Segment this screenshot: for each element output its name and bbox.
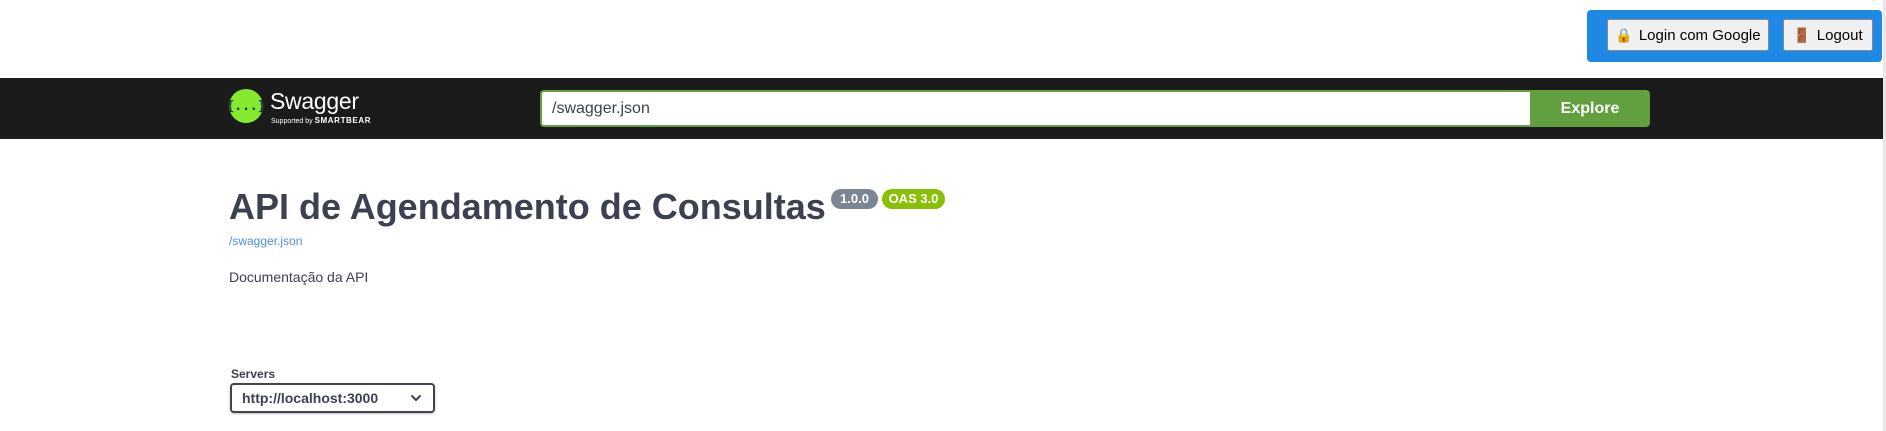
spec-url-input[interactable] — [540, 90, 1530, 127]
api-title: API de Agendamento de Consultas — [229, 186, 826, 227]
door-icon: 🚪 — [1793, 27, 1811, 43]
lock-icon: 🔒 — [1615, 27, 1633, 43]
swagger-logo[interactable]: {...} Swagger Supported by SMARTBEAR — [226, 87, 379, 131]
logout-button[interactable]: 🚪 Logout — [1783, 19, 1873, 51]
supported-by-text: Supported by — [271, 118, 313, 125]
spec-url-link[interactable]: /swagger.json — [229, 234, 302, 248]
login-google-label: Login com Google — [1638, 26, 1761, 44]
chevron-down-icon — [411, 395, 421, 401]
api-description: Documentação da API — [229, 269, 369, 285]
version-badge: 1.0.0 — [831, 189, 878, 209]
servers-select[interactable]: http://localhost:3000 — [230, 383, 435, 413]
auth-panel: 🔒 Login com Google 🚪 Logout — [1587, 10, 1882, 62]
swagger-logo-text: Swagger — [270, 88, 359, 114]
explore-button[interactable]: Explore — [1530, 90, 1650, 127]
logout-label: Logout — [1816, 26, 1863, 44]
oas-badge: OAS 3.0 — [882, 189, 945, 209]
smartbear-text: SMARTBEAR — [314, 116, 372, 125]
servers-label: Servers — [231, 367, 276, 381]
login-google-button[interactable]: 🔒 Login com Google — [1607, 19, 1769, 51]
swagger-logo-icon: {...} — [226, 89, 266, 123]
selected-server: http://localhost:3000 — [242, 390, 379, 406]
swagger-topbar: {...} Swagger Supported by SMARTBEAR Exp… — [0, 78, 1886, 139]
smartbear-tagline: Supported by SMARTBEAR — [271, 116, 371, 125]
